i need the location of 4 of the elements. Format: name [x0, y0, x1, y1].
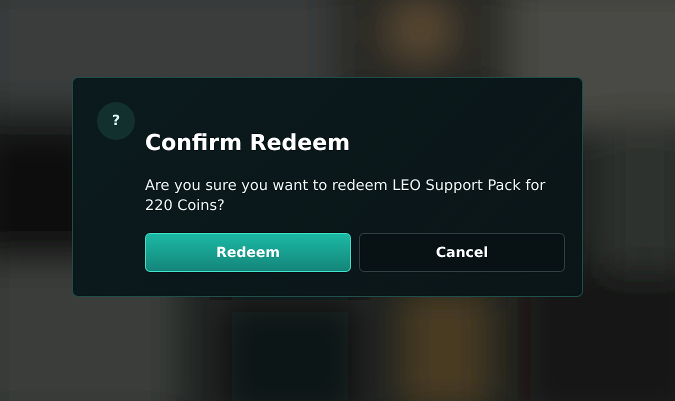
help-icon: ? — [97, 102, 135, 140]
cancel-button[interactable]: Cancel — [359, 233, 565, 272]
dialog-title: Confirm Redeem — [145, 130, 352, 158]
dialog-message: Are you sure you want to redeem LEO Support Pack for 220 Coins? — [145, 177, 546, 216]
